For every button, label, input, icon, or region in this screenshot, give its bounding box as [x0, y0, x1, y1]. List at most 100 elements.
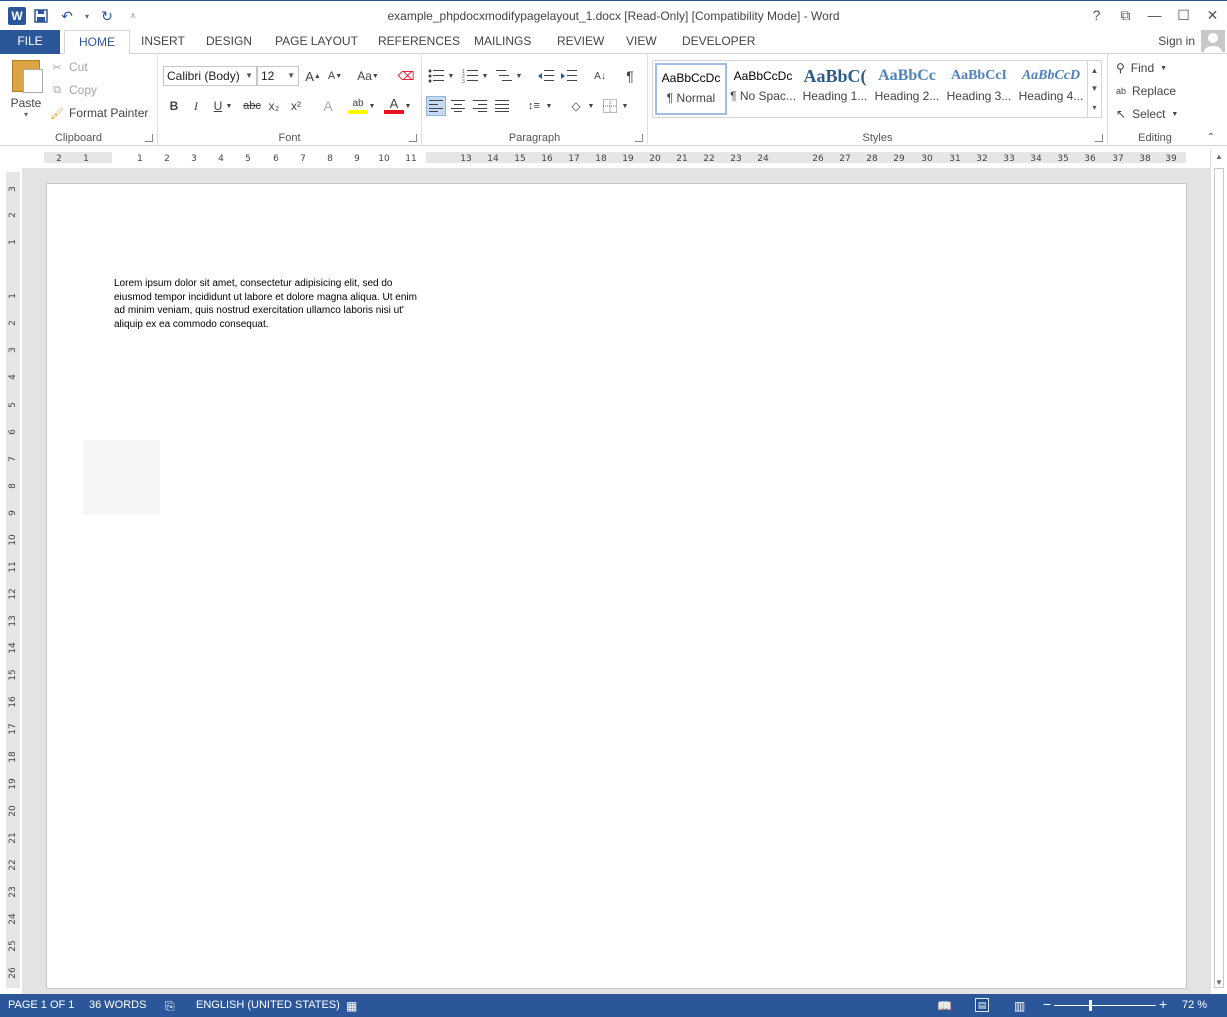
copy-button[interactable]: ⧉ Copy	[50, 83, 97, 97]
close-button[interactable]: ✕	[1198, 1, 1227, 29]
zoom-level[interactable]: 72 %	[1182, 999, 1207, 1011]
zoom-slider[interactable]	[1054, 1005, 1156, 1006]
vertical-scrollbar[interactable]: ▲ ▼	[1210, 148, 1227, 994]
bold-button[interactable]: B	[164, 96, 184, 116]
paste-button[interactable]: Paste ▾	[8, 60, 44, 119]
align-left-icon[interactable]	[426, 96, 446, 116]
zoom-in-button[interactable]: +	[1159, 996, 1167, 1012]
body-paragraph[interactable]: Lorem ipsum dolor sit amet, consectetur …	[114, 277, 424, 331]
highlight-button[interactable]: ab	[348, 96, 368, 114]
chevron-up-icon[interactable]: ▲	[1091, 66, 1099, 75]
change-case-button[interactable]: Aa ▼	[354, 66, 382, 86]
read-mode-icon[interactable]: 📖	[937, 999, 952, 1013]
align-right-icon[interactable]	[470, 96, 490, 116]
macro-record-icon[interactable]: ▦	[346, 999, 357, 1013]
show-formatting-marks-button[interactable]: ¶	[620, 66, 640, 86]
help-button[interactable]: ?	[1082, 1, 1111, 29]
font-size-value: 12	[261, 69, 275, 83]
font-family-select[interactable]: Calibri (Body) ▼	[163, 66, 257, 86]
italic-button[interactable]: I	[186, 96, 206, 116]
tab-file[interactable]: FILE	[0, 30, 60, 54]
style-heading-4[interactable]: AaBbCcD Heading 4...	[1015, 63, 1087, 115]
underline-dropdown-icon[interactable]: ▼	[224, 96, 234, 116]
horizontal-ruler[interactable]: 2 1 1 2 3 4 5 6 7 8 9 10 11 13 14 15 16 17 18 19 20 21 22 23 24 2…	[0, 148, 1210, 166]
cut-button[interactable]: ✂ Cut	[50, 60, 87, 74]
web-layout-icon[interactable]: ▥	[1014, 999, 1025, 1013]
font-color-dropdown-icon[interactable]: ▼	[403, 96, 413, 116]
shading-icon[interactable]: ◇	[566, 96, 586, 116]
highlight-dropdown-icon[interactable]: ▼	[367, 96, 377, 116]
style-sample: AaBbCcDc	[661, 71, 721, 85]
font-color-button[interactable]: A	[384, 96, 404, 114]
style-heading-1[interactable]: AaBbC( Heading 1...	[799, 63, 871, 115]
tab-home[interactable]: HOME	[64, 30, 130, 55]
tab-insert[interactable]: INSERT	[127, 30, 199, 54]
word-count[interactable]: 36 WORDS	[89, 999, 146, 1011]
strikethrough-button[interactable]: abc	[241, 96, 263, 116]
subscript-button[interactable]: x₂	[264, 96, 284, 116]
zoom-out-button[interactable]: −	[1043, 996, 1051, 1012]
format-painter-button[interactable]: 🖌 Format Painter	[50, 106, 148, 120]
shrink-font-button[interactable]: A ▼	[325, 66, 345, 86]
maximize-button[interactable]: ☐	[1169, 1, 1198, 29]
justify-icon[interactable]	[492, 96, 512, 116]
style-normal[interactable]: AaBbCcDc ¶ Normal	[655, 63, 727, 115]
style-heading-3[interactable]: AaBbCcI Heading 3...	[943, 63, 1015, 115]
font-dialog-launcher-icon[interactable]	[409, 134, 417, 142]
proofing-icon[interactable]: ⎘	[165, 999, 175, 1014]
multilevel-list-icon[interactable]	[494, 66, 514, 86]
multilevel-dropdown-icon[interactable]: ▼	[514, 66, 524, 86]
sign-in-link[interactable]: Sign in	[1158, 34, 1195, 48]
image-placeholder[interactable]	[83, 440, 160, 515]
clipboard-dialog-launcher-icon[interactable]	[145, 134, 153, 142]
styles-dialog-launcher-icon[interactable]	[1095, 134, 1103, 142]
line-spacing-icon[interactable]: ↕≡	[524, 96, 544, 116]
tab-mailings[interactable]: MAILINGS	[460, 30, 545, 54]
replace-button[interactable]: ab Replace	[1116, 84, 1176, 98]
numbering-icon[interactable]: 123	[460, 66, 480, 86]
borders-dropdown-icon[interactable]: ▼	[620, 96, 630, 116]
superscript-button[interactable]: x²	[286, 96, 306, 116]
text-effects-button[interactable]: A	[318, 96, 338, 116]
style-no-spacing[interactable]: AaBbCcDc ¶ No Spac...	[727, 63, 799, 115]
scroll-down-icon[interactable]: ▼	[1213, 978, 1225, 990]
borders-icon[interactable]	[600, 96, 620, 116]
tab-design[interactable]: DESIGN	[192, 30, 266, 54]
tab-references[interactable]: REFERENCES	[364, 30, 474, 54]
bullets-dropdown-icon[interactable]: ▼	[446, 66, 456, 86]
ribbon-display-options-button[interactable]: ⧉	[1111, 1, 1140, 29]
scroll-thumb[interactable]	[1214, 168, 1224, 988]
tab-view[interactable]: VIEW	[612, 30, 671, 54]
line-spacing-dropdown-icon[interactable]: ▼	[544, 96, 554, 116]
decrease-indent-icon[interactable]	[536, 66, 556, 86]
align-center-icon[interactable]	[448, 96, 468, 116]
shading-dropdown-icon[interactable]: ▼	[586, 96, 596, 116]
paragraph-dialog-launcher-icon[interactable]	[635, 134, 643, 142]
page-count[interactable]: PAGE 1 OF 1	[8, 999, 74, 1011]
minimize-button[interactable]: —	[1140, 1, 1169, 29]
tab-developer[interactable]: DEVELOPER	[668, 30, 769, 54]
scissors-icon: ✂	[52, 61, 62, 74]
zoom-slider-thumb[interactable]	[1089, 1000, 1092, 1011]
grow-font-button[interactable]: A ▲	[303, 66, 323, 86]
font-size-select[interactable]: 12 ▼	[257, 66, 299, 86]
bullets-icon[interactable]	[426, 66, 446, 86]
more-styles-icon[interactable]: ▾	[1092, 103, 1096, 112]
numbering-dropdown-icon[interactable]: ▼	[480, 66, 490, 86]
chevron-down-icon[interactable]: ▼	[1091, 84, 1099, 93]
scroll-up-icon[interactable]: ▲	[1213, 152, 1225, 164]
tab-review[interactable]: REVIEW	[543, 30, 618, 54]
print-layout-icon[interactable]: ▤	[975, 998, 989, 1012]
select-button[interactable]: ↖ Select ▼	[1116, 107, 1178, 121]
ruler-tick-label: 11	[405, 154, 417, 164]
vertical-ruler[interactable]: 3 2 1 1 2 3 4 5 6 7 8 9 10 11 12 13 14 15 16 17 18 19 20 21 22 23…	[6, 172, 20, 988]
find-button[interactable]: ⚲ Find ▼	[1116, 61, 1167, 75]
language[interactable]: ENGLISH (UNITED STATES)	[196, 999, 340, 1011]
tab-page-layout[interactable]: PAGE LAYOUT	[261, 30, 372, 54]
avatar[interactable]	[1201, 30, 1225, 52]
sort-icon[interactable]: A↓	[590, 66, 610, 86]
style-heading-2[interactable]: AaBbCc Heading 2...	[871, 63, 943, 115]
collapse-ribbon-icon[interactable]: ⌃	[1207, 132, 1215, 143]
increase-indent-icon[interactable]	[559, 66, 579, 86]
clear-formatting-button[interactable]: ⌫	[396, 66, 416, 86]
